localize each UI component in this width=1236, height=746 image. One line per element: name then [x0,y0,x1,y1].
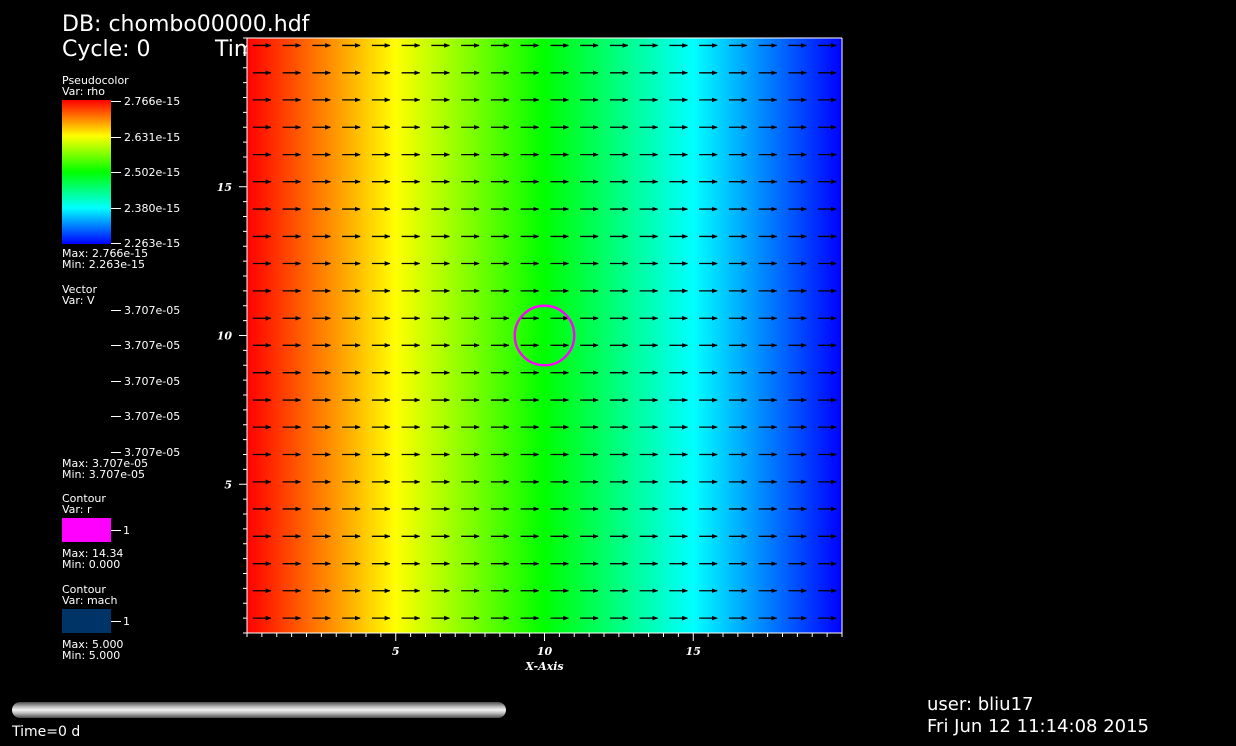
x-axis-label: X-Axis [524,660,563,673]
x-tick-label: 10 [537,645,553,658]
pseudocolor-vector-plot: 5 10 15 5 10 15 X-Axis [217,37,843,673]
datetime-label: Fri Jun 12 11:14:08 2015 [927,716,1150,737]
time-slider-label: Time=0 d [12,724,81,740]
y-tick-label: 15 [217,181,232,194]
y-tick-label: 10 [217,330,233,343]
user-label: user: bliu17 [927,694,1034,715]
x-tick-label: 5 [392,645,400,658]
time-slider[interactable] [12,702,506,718]
x-tick-label: 15 [686,645,701,658]
y-tick-label: 5 [224,478,232,491]
rho-field [247,38,842,633]
